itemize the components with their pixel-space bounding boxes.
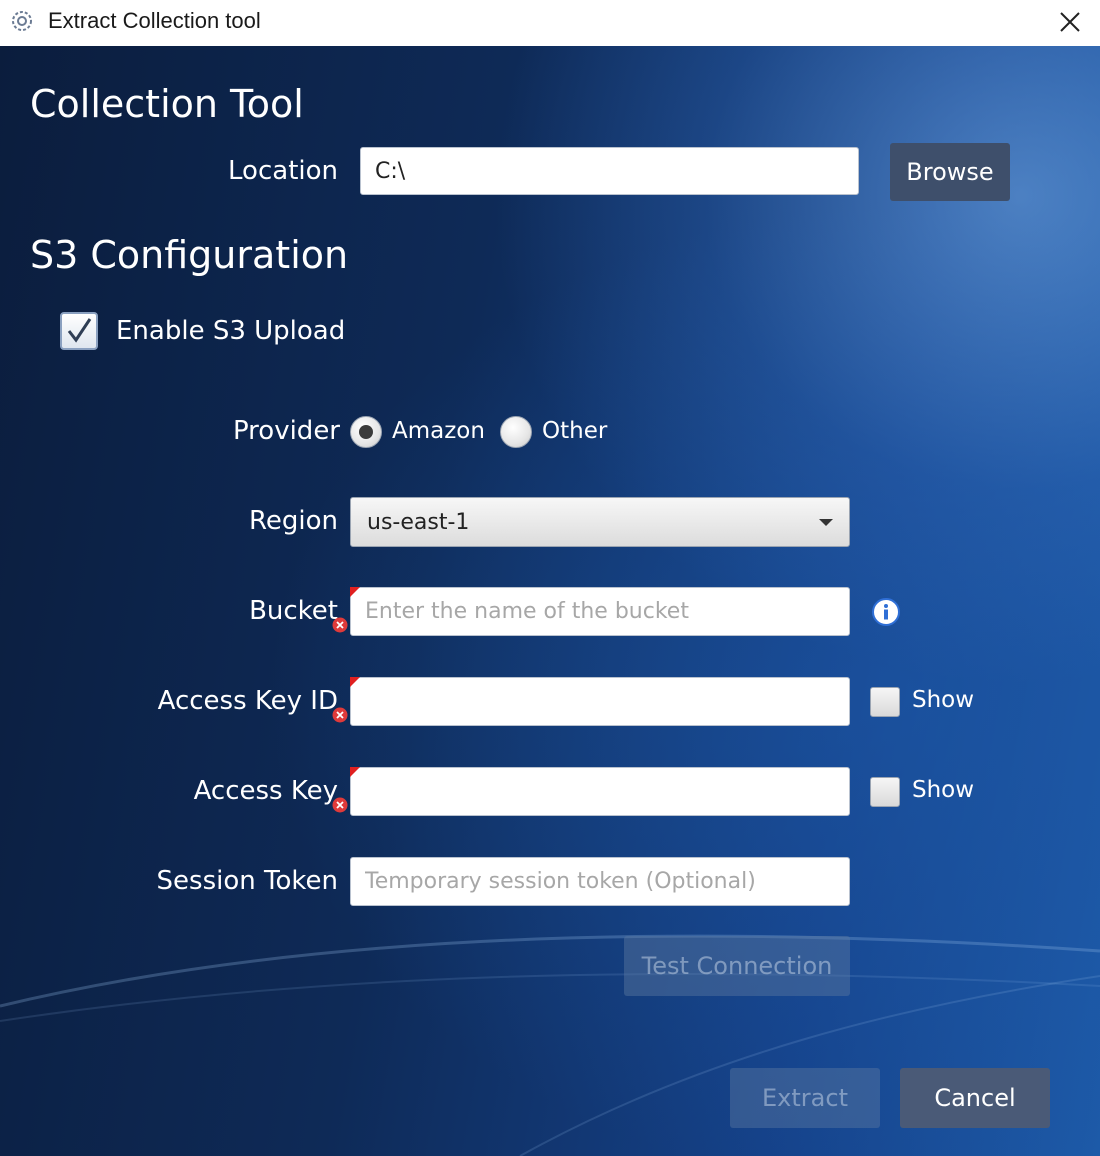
collection-tool-heading: Collection Tool [30,82,304,126]
bucket-label: Bucket [249,596,338,626]
required-marker [350,677,360,687]
region-label: Region [248,506,338,536]
show-access-key-checkbox[interactable] [870,777,900,807]
browse-button[interactable]: Browse [890,143,1010,201]
region-selected-value: us-east-1 [367,509,470,535]
show-access-key-id-checkbox[interactable] [870,687,900,717]
radio-selected-dot [359,425,373,439]
provider-radio-amazon[interactable] [350,416,382,448]
error-icon [332,707,348,723]
location-label: Location [228,156,338,186]
session-token-label: Session Token [156,866,338,896]
cancel-button[interactable]: Cancel [900,1068,1050,1128]
show-access-key-id-label: Show [912,687,975,713]
error-icon [332,797,348,813]
dialog-content: Collection Tool Location Browse S3 Confi… [0,46,1100,1156]
provider-option-other: Other [542,418,608,444]
close-button[interactable] [1050,4,1090,40]
chevron-down-icon [819,519,833,526]
access-key-input[interactable] [350,767,850,816]
s3-configuration-heading: S3 Configuration [30,233,349,277]
bucket-input[interactable] [350,587,850,636]
dialog-window: Extract Collection tool Collection Tool … [0,0,1100,1156]
session-token-input[interactable] [350,857,850,906]
error-icon [332,617,348,633]
location-input[interactable] [360,147,859,195]
app-gear-icon [12,11,32,31]
provider-option-amazon: Amazon [392,418,485,444]
extract-button[interactable]: Extract [730,1068,880,1128]
required-marker [350,587,360,597]
enable-s3-label: Enable S3 Upload [116,316,346,346]
access-key-id-label: Access Key ID [157,686,338,716]
close-icon [1060,12,1080,32]
provider-label: Provider [232,416,340,446]
access-key-id-input[interactable] [350,677,850,726]
required-marker [350,767,360,777]
checkmark-icon [67,318,92,343]
info-icon[interactable] [871,597,901,627]
title-bar: Extract Collection tool [0,0,1100,47]
test-connection-button[interactable]: Test Connection [624,936,850,996]
show-access-key-label: Show [912,777,975,803]
region-select[interactable]: us-east-1 [350,497,850,547]
provider-radio-other[interactable] [500,416,532,448]
access-key-label: Access Key [193,776,338,806]
enable-s3-checkbox[interactable] [60,312,98,350]
window-title: Extract Collection tool [48,8,261,33]
